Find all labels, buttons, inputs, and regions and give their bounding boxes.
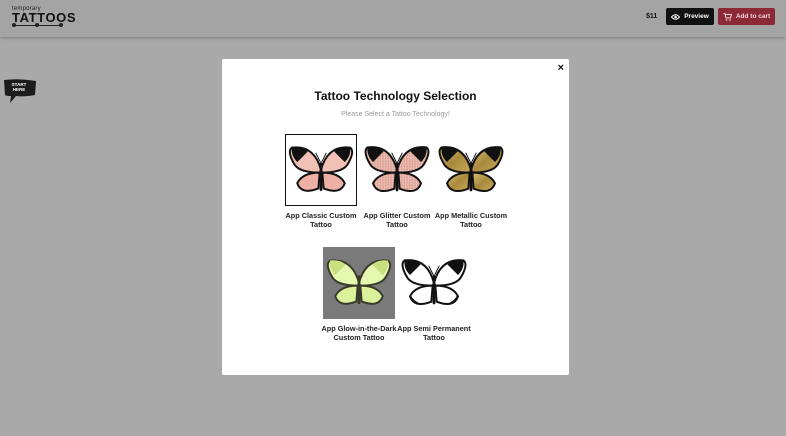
option-glitter-label-line1: App Glitter Custom: [363, 211, 431, 220]
glitter-thumbnail[interactable]: [361, 134, 433, 206]
logo-dot: [59, 23, 63, 27]
add-to-cart-label: Add to cart: [735, 13, 771, 20]
glow-thumbnail[interactable]: [323, 247, 395, 319]
option-glow-label-line2: Custom Tattoo: [333, 333, 385, 342]
classic-thumbnail[interactable]: [285, 134, 357, 206]
semi-permanent-thumbnail[interactable]: [398, 247, 470, 319]
butterfly-semi-permanent-icon: [401, 259, 467, 306]
option-glitter-label-line2: Tattoo: [386, 220, 408, 229]
option-glow-label-line1: App Glow-in-the-Dark: [321, 324, 397, 333]
eye-icon: [671, 13, 681, 20]
butterfly-metallic-icon: [438, 146, 504, 193]
speech-bubble-icon: START HERE: [4, 79, 36, 103]
option-semi-permanent-label-line2: Tattoo: [423, 333, 445, 342]
preview-button[interactable]: Preview: [666, 8, 714, 25]
badge-line2: HERE: [13, 87, 26, 92]
modal-subtitle: Please Select a Tattoo Technology!: [341, 111, 450, 118]
option-classic-label-line1: App Classic Custom: [285, 211, 357, 220]
technology-selection-modal: × Tattoo Technology Selection Please Sel…: [222, 59, 569, 375]
price-label: $11: [646, 13, 658, 20]
metallic-thumbnail[interactable]: [435, 134, 507, 206]
preview-button-label: Preview: [684, 13, 709, 20]
option-metallic-label-line1: App Metallic Custom: [434, 211, 508, 220]
add-to-cart-button[interactable]: Add to cart: [718, 8, 775, 25]
logo-dot: [35, 23, 39, 27]
logo-dot: [12, 23, 16, 27]
start-here-badge[interactable]: START HERE: [2, 78, 38, 104]
butterfly-glitter-icon: [364, 146, 430, 193]
option-semi-permanent-label-line1: App Semi Permanent: [397, 324, 471, 333]
modal-title: Tattoo Technology Selection: [314, 89, 477, 103]
top-header: temporary TATTOOS $11 Preview Add to car…: [0, 0, 786, 37]
close-icon[interactable]: ×: [558, 62, 564, 74]
option-classic-label-line2: Tattoo: [310, 220, 332, 229]
butterfly-glow-icon: [326, 259, 392, 305]
cart-icon: [723, 12, 732, 21]
butterfly-classic-icon: [288, 146, 354, 192]
logo-big-text: TATTOOS: [12, 10, 77, 25]
site-logo[interactable]: temporary TATTOOS: [12, 6, 77, 27]
option-metallic-label-line2: Tattoo: [460, 220, 482, 229]
